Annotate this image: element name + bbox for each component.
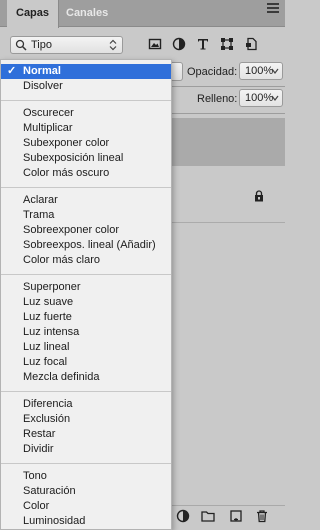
blend-mode-luz-intensa[interactable]: Luz intensa xyxy=(1,325,171,340)
blend-mode-label: Restar xyxy=(23,428,56,440)
blend-mode-sobreexpos-lineal-anadir[interactable]: Sobreexpos. lineal (Añadir) xyxy=(1,238,171,253)
blend-mode-label: Disolver xyxy=(23,80,63,92)
blend-mode-label: Color más claro xyxy=(23,254,101,266)
blend-mode-label: Dividir xyxy=(23,443,54,455)
adjustment-filter-icon[interactable] xyxy=(172,37,186,51)
blend-mode-label: Normal xyxy=(23,65,61,77)
blend-mode-label: Mezcla definida xyxy=(23,371,100,383)
opacity-field[interactable]: 100% xyxy=(239,62,283,80)
blend-mode-luz-lineal[interactable]: Luz lineal xyxy=(1,340,171,355)
menu-separator xyxy=(1,391,171,392)
blend-mode-normal[interactable]: ✓ Normal xyxy=(1,64,171,79)
menu-separator xyxy=(1,100,171,101)
blend-mode-dividir[interactable]: Dividir xyxy=(1,442,171,457)
blend-mode-label: Tono xyxy=(23,470,47,482)
blend-mode-sobreexponer-color[interactable]: Sobreexponer color xyxy=(1,223,171,238)
blend-mode-trama[interactable]: Trama xyxy=(1,208,171,223)
blend-mode-label: Luminosidad xyxy=(23,515,86,527)
blend-mode-subexposicion-lineal[interactable]: Subexposición lineal xyxy=(1,151,171,166)
smart-object-filter-icon[interactable] xyxy=(244,37,258,51)
fill-field[interactable]: 100% xyxy=(239,89,283,107)
blend-mode-luz-fuerte[interactable]: Luz fuerte xyxy=(1,310,171,325)
lock-icon xyxy=(255,190,263,202)
trash-icon[interactable] xyxy=(255,509,269,523)
menu-separator xyxy=(1,274,171,275)
blend-mode-label: Luz fuerte xyxy=(23,311,72,323)
blend-mode-label: Saturación xyxy=(23,485,76,497)
blend-mode-mezcla-definida[interactable]: Mezcla definida xyxy=(1,370,171,385)
checkmark-icon: ✓ xyxy=(7,65,17,77)
blend-mode-luz-focal[interactable]: Luz focal xyxy=(1,355,171,370)
blend-mode-label: Subexponer color xyxy=(23,137,110,149)
blend-mode-label: Luz intensa xyxy=(23,326,80,338)
blend-mode-label: Multiplicar xyxy=(23,122,73,134)
blend-mode-label: Sobreexpos. lineal (Añadir) xyxy=(23,239,156,251)
blend-mode-label: Luz lineal xyxy=(23,341,70,353)
opacity-label: Opacidad: xyxy=(187,66,238,78)
blend-mode-label: Luz suave xyxy=(23,296,74,308)
folder-icon[interactable] xyxy=(201,509,215,523)
blend-mode-color-mas-claro[interactable]: Color más claro xyxy=(1,253,171,268)
blend-mode-luminosidad[interactable]: Luminosidad xyxy=(1,514,171,529)
panel-tab-bar: Capas Canales xyxy=(0,0,285,28)
blend-mode-exclusion[interactable]: Exclusión xyxy=(1,412,171,427)
fill-label: Relleno: xyxy=(197,93,238,105)
blend-mode-label: Aclarar xyxy=(23,194,58,206)
tab-layers[interactable]: Capas xyxy=(7,0,60,28)
blend-mode-label: Trama xyxy=(23,209,55,221)
layer-row[interactable] xyxy=(170,118,285,166)
layer-row[interactable] xyxy=(170,166,285,223)
blend-mode-label: Luz focal xyxy=(23,356,68,368)
search-icon xyxy=(15,39,27,51)
blend-mode-aclarar[interactable]: Aclarar xyxy=(1,193,171,208)
adjustment-layer-icon[interactable] xyxy=(176,509,190,523)
pixel-filter-icon[interactable] xyxy=(148,37,162,51)
fill-value: 100% xyxy=(245,92,274,104)
blend-mode-oscurecer[interactable]: Oscurecer xyxy=(1,106,171,121)
blend-mode-label: Exclusión xyxy=(23,413,71,425)
layer-filter-row: Tipo xyxy=(0,27,285,59)
chevron-down-icon xyxy=(271,95,279,101)
blend-mode-label: Oscurecer xyxy=(23,107,74,119)
blend-mode-label: Color más oscuro xyxy=(23,167,110,179)
chevron-down-icon xyxy=(271,68,279,74)
shape-filter-icon[interactable] xyxy=(220,37,234,51)
blend-mode-luz-suave[interactable]: Luz suave xyxy=(1,295,171,310)
blend-mode-subexponer-color[interactable]: Subexponer color xyxy=(1,136,171,151)
blend-mode-label: Superponer xyxy=(23,281,81,293)
blend-mode-saturacion[interactable]: Saturación xyxy=(1,484,171,499)
blend-mode-color-mas-oscuro[interactable]: Color más oscuro xyxy=(1,166,171,181)
blend-mode-tono[interactable]: Tono xyxy=(1,469,171,484)
chevron-updown-icon xyxy=(109,39,117,51)
new-layer-icon[interactable] xyxy=(229,509,243,523)
type-filter-icon[interactable] xyxy=(196,37,210,51)
menu-separator xyxy=(1,187,171,188)
menu-separator xyxy=(1,463,171,464)
blend-mode-select-edge[interactable] xyxy=(172,62,183,81)
blend-mode-diferencia[interactable]: Diferencia xyxy=(1,397,171,412)
blend-mode-label: Diferencia xyxy=(23,398,73,410)
blend-mode-label: Sobreexponer color xyxy=(23,224,120,236)
blend-mode-label: Subexposición lineal xyxy=(23,152,124,164)
blend-mode-multiplicar[interactable]: Multiplicar xyxy=(1,121,171,136)
blend-mode-restar[interactable]: Restar xyxy=(1,427,171,442)
opacity-value: 100% xyxy=(245,65,274,77)
panel-menu-icon[interactable] xyxy=(267,3,279,13)
tab-channels[interactable]: Canales xyxy=(57,0,117,27)
filter-kind-select[interactable]: Tipo xyxy=(10,36,123,54)
blend-mode-label: Color xyxy=(23,500,50,512)
blend-mode-dropdown: ✓ Normal Disolver Oscurecer Multiplicar Subex… xyxy=(0,59,172,530)
blend-mode-disolver[interactable]: Disolver xyxy=(1,79,171,94)
blend-mode-superponer[interactable]: Superponer xyxy=(1,280,171,295)
filter-kind-label: Tipo xyxy=(31,39,52,51)
blend-mode-color[interactable]: Color xyxy=(1,499,171,514)
